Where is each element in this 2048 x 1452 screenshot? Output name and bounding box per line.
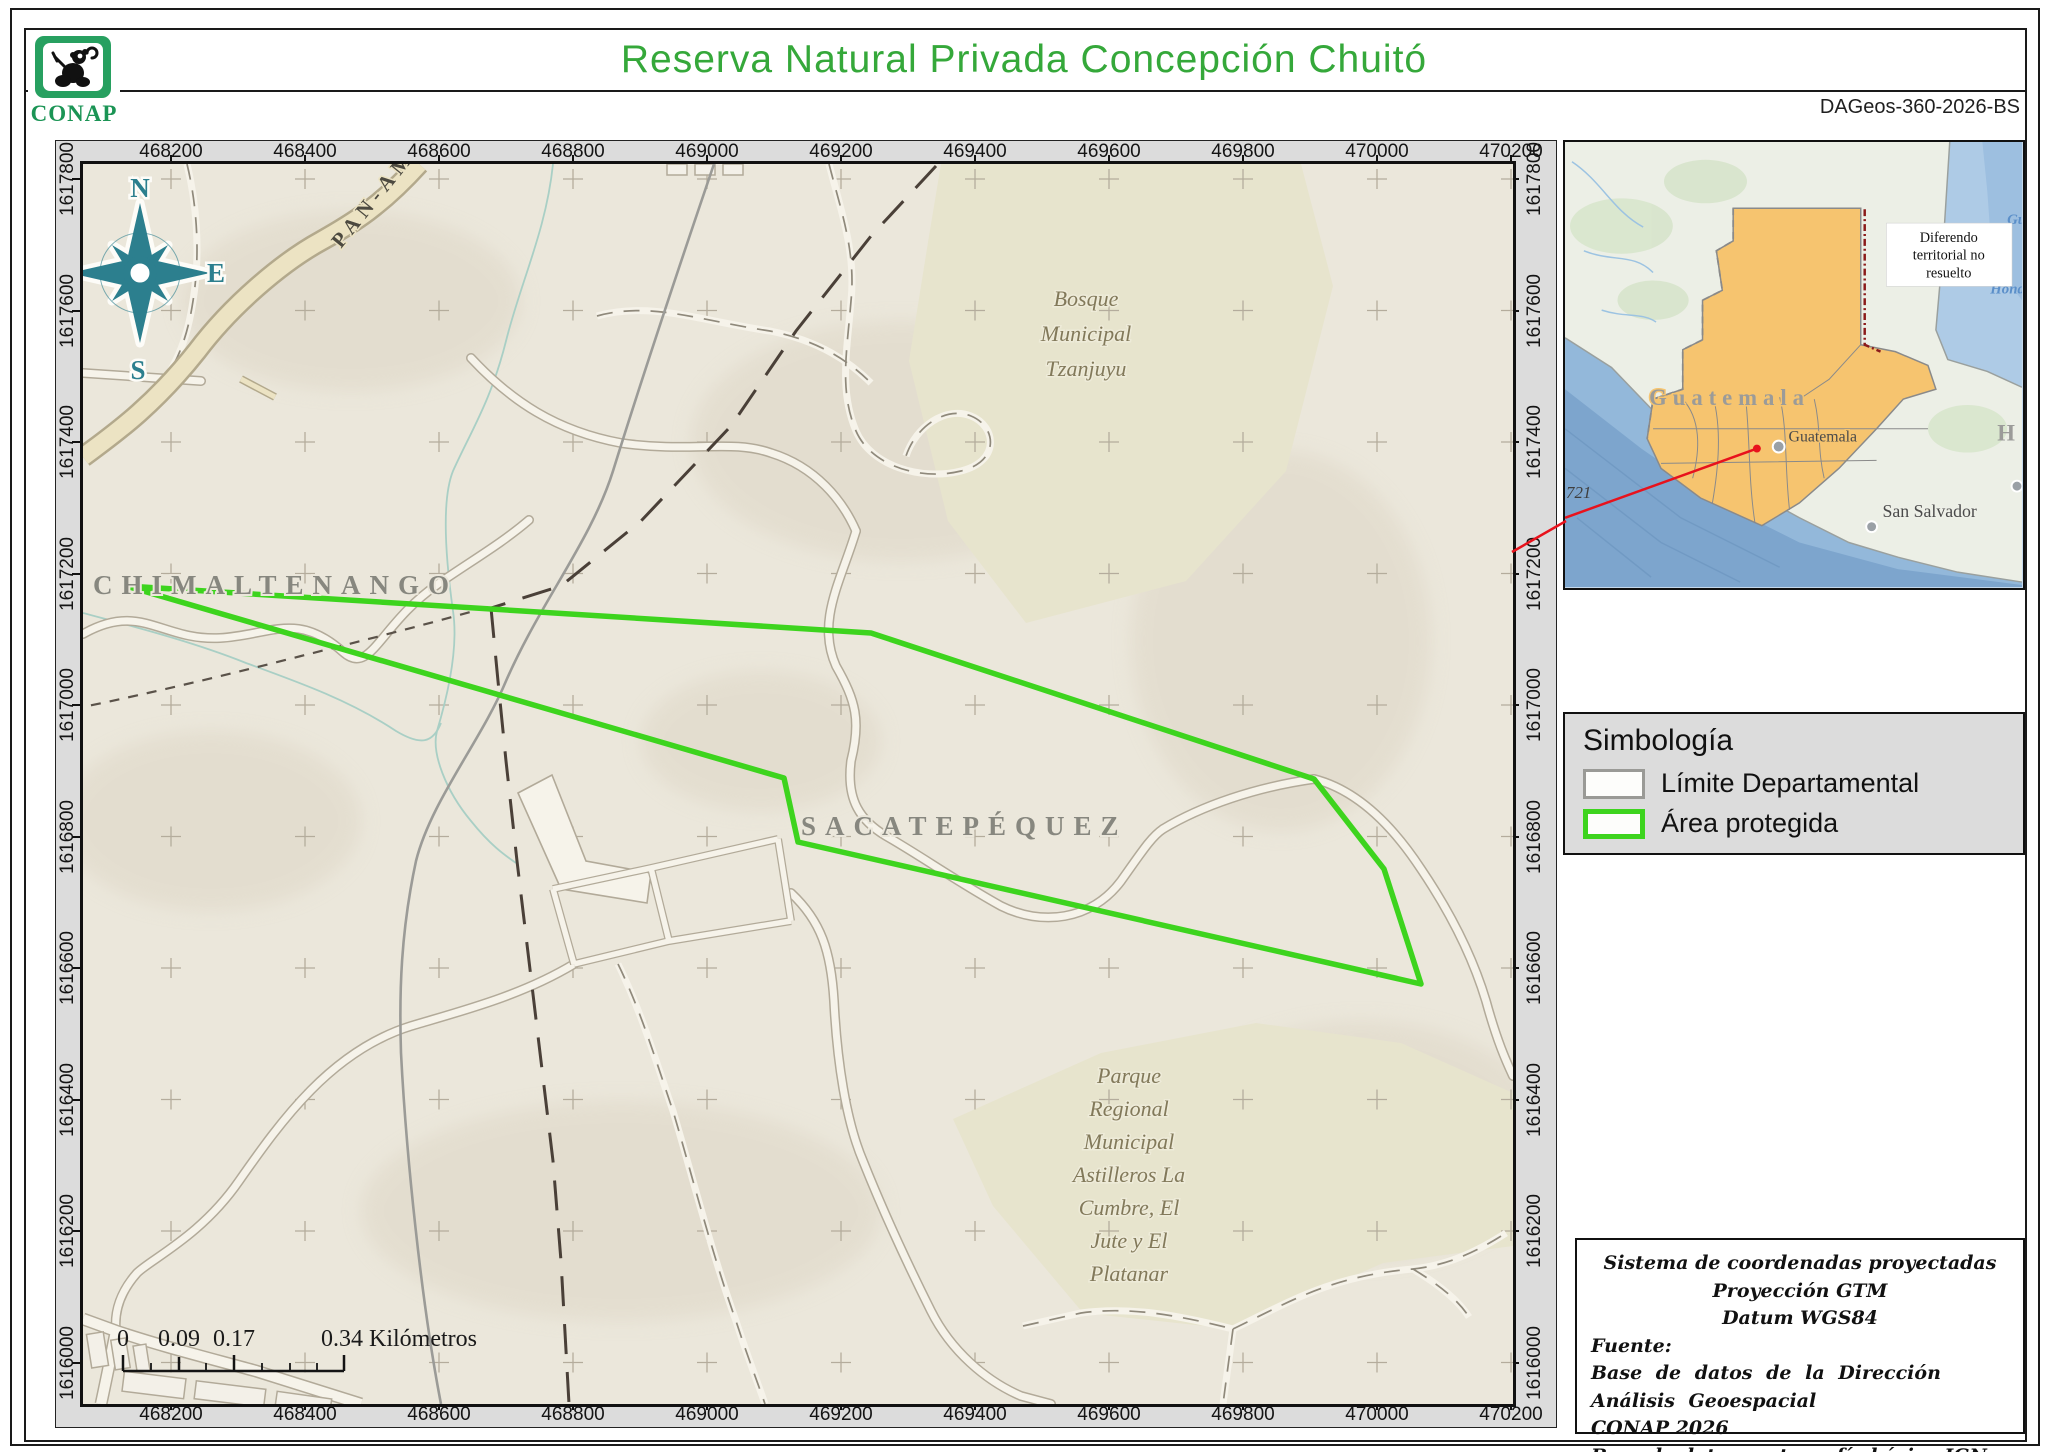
conap-logo: CONAP [28, 33, 120, 125]
conap-logo-box [35, 36, 111, 98]
locator-inset-map: Guatemala Guatemala San Salvador H o Gu … [1563, 140, 2025, 590]
guatemala-city-dot [1773, 441, 1785, 453]
svg-text:Diferendo: Diferendo [1920, 230, 1978, 246]
numeric-label: 721 [1566, 483, 1591, 502]
document-code: DAGeos-360-2026-BS [1820, 96, 2020, 119]
departmental-boundary-swatch [1583, 769, 1645, 799]
svg-text:resuelto: resuelto [1926, 265, 1971, 281]
legend: Simbología Límite Departamental Área pro… [1563, 712, 2025, 855]
honduras-label-fragment: H o [1997, 421, 2022, 446]
city2-label: San Salvador [1883, 501, 1977, 521]
svg-text:Platanar: Platanar [1089, 1261, 1169, 1286]
svg-text:Cumbre, El: Cumbre, El [1079, 1195, 1180, 1220]
map-document-page: Reserva Natural Privada Concepción Chuit… [0, 0, 2048, 1452]
legend-title: Simbología [1583, 724, 2023, 758]
svg-text:territorial no: territorial no [1913, 248, 1985, 264]
scale-0: 0 [117, 1326, 129, 1352]
page-title: Reserva Natural Privada Concepción Chuit… [24, 38, 2024, 82]
y-tick: 1616000 [1524, 1326, 1546, 1400]
map-canvas: CHIMALTENANGO SACATEPÉQUEZ PAN-AM Bosque… [83, 164, 1513, 1404]
y-tick: 1616600 [1524, 931, 1546, 1005]
protected-area-swatch [1583, 809, 1645, 839]
scale-034: 0.34 Kilómetros [321, 1326, 477, 1352]
credits-box: Sistema de coordenadas proyectadas Proye… [1575, 1238, 2025, 1434]
credits-line: Sistema de coordenadas proyectadas [1591, 1250, 2009, 1278]
conap-logo-text: CONAP [28, 101, 120, 127]
compass-e: E [207, 258, 225, 288]
credits-line: CONAP 2026 [1591, 1415, 2009, 1443]
main-map-frame: 468200 468400 468600 468800 469000 46920… [55, 140, 1557, 1428]
y-tick: 1617600 [1524, 274, 1546, 348]
map-plot-area: CHIMALTENANGO SACATEPÉQUEZ PAN-AM Bosque… [80, 161, 1516, 1407]
credits-line: Base de datos de la Dirección Análisis G… [1591, 1360, 2009, 1415]
legend-item-area: Área protegida [1583, 808, 2023, 839]
header-divider [24, 90, 2027, 92]
department-label: SACATEPÉQUEZ [801, 811, 1128, 841]
svg-text:Jute y El: Jute y El [1091, 1228, 1168, 1253]
svg-text:Parque: Parque [1096, 1063, 1161, 1088]
department-label: CHIMALTENANGO [93, 570, 458, 600]
svg-text:Municipal: Municipal [1040, 321, 1131, 346]
country-label: Guatemala [1649, 385, 1810, 410]
credits-line: Fuente: [1591, 1333, 2009, 1361]
city-label: Guatemala [1789, 429, 1858, 446]
svg-text:Astilleros La: Astilleros La [1071, 1162, 1185, 1187]
legend-item-limite: Límite Departamental [1583, 768, 2023, 799]
credits-line: Datum WGS84 [1591, 1305, 2009, 1333]
credits-line: Base de datos cartografía básica IGN 201… [1591, 1443, 2009, 1452]
scale-009: 0.09 [158, 1326, 200, 1352]
y-tick: 1617200 [1524, 537, 1546, 611]
y-tick: 1616400 [1524, 1063, 1546, 1137]
svg-text:Municipal: Municipal [1083, 1129, 1174, 1154]
monkey-icon [43, 43, 103, 91]
y-tick: 1616800 [1524, 800, 1546, 874]
y-tick: 1616200 [1524, 1194, 1546, 1268]
svg-text:Regional: Regional [1088, 1096, 1168, 1121]
svg-text:Tzanjuyu: Tzanjuyu [1046, 356, 1127, 381]
y-tick: 1617000 [1524, 668, 1546, 742]
credits-line: Proyección GTM [1591, 1278, 2009, 1306]
y-tick: 1617400 [1524, 405, 1546, 479]
san-salvador-dot [1866, 521, 1877, 532]
y-tick: 1617800 [1524, 142, 1546, 216]
compass-n: N [130, 173, 150, 203]
svg-text:Bosque: Bosque [1054, 286, 1119, 311]
territorial-note: Diferendo territorial no resuelto [1886, 223, 2012, 286]
compass-s: S [130, 355, 145, 385]
scale-017: 0.17 [213, 1326, 255, 1352]
